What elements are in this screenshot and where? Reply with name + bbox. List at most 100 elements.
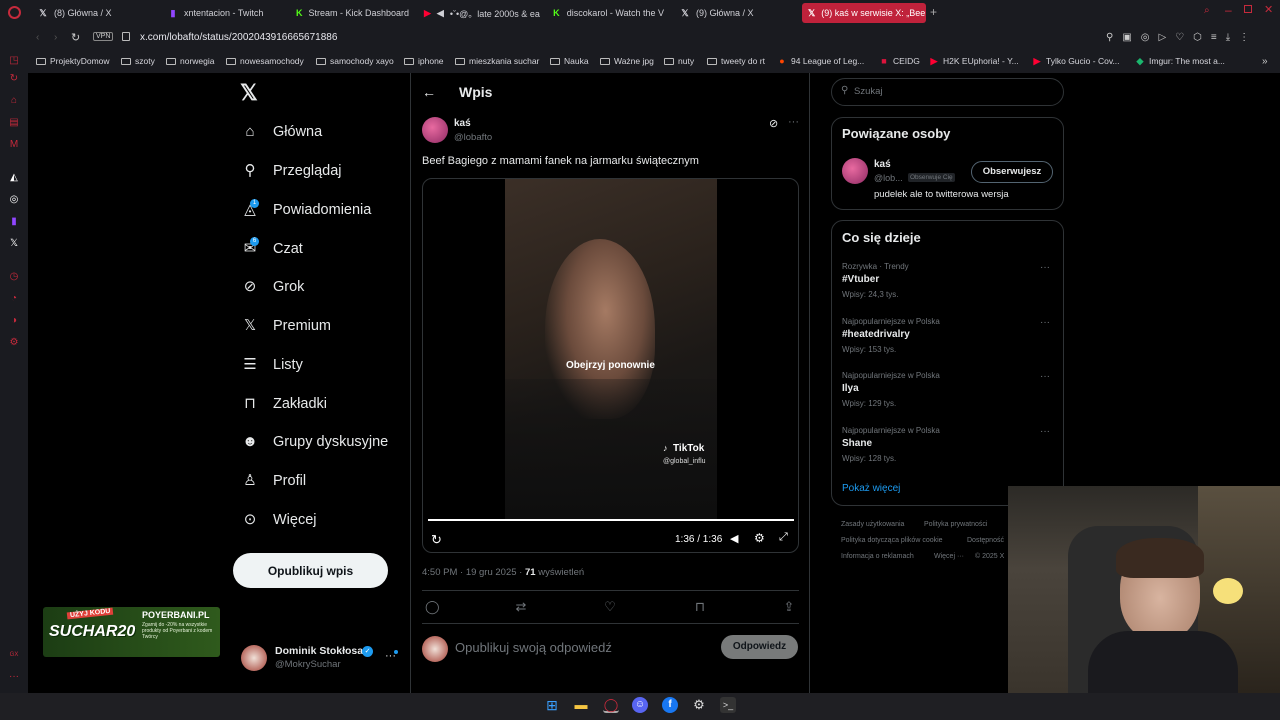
- search-tabs-icon[interactable]: ⌕: [1204, 5, 1210, 16]
- video-player[interactable]: Obejrzyj ponownie ♪ TikTok @global_influ…: [422, 178, 799, 553]
- footer-link[interactable]: Informacja o reklamach: [841, 553, 914, 560]
- close-window-button[interactable]: ✕: [1264, 3, 1273, 16]
- nav-lists[interactable]: ☰ Listy: [241, 350, 303, 380]
- bookmark-folder[interactable]: norwegia: [166, 56, 215, 66]
- url-field[interactable]: x.com/lobafto/status/2002043916665671886: [140, 32, 337, 43]
- maximize-button[interactable]: [1244, 5, 1252, 13]
- post-more-icon[interactable]: ···: [788, 116, 799, 128]
- footer-link[interactable]: Polityka dotycząca plików cookie: [841, 537, 943, 544]
- bookmark-link[interactable]: ▶ Tylko Gucio - Cov...: [1032, 56, 1120, 66]
- reply-input[interactable]: Opublikuj swoją odpowiedź: [455, 640, 612, 655]
- bookmark-folder[interactable]: tweety do rt: [707, 56, 765, 66]
- trend-more-icon[interactable]: ···: [1040, 317, 1050, 328]
- footer-link[interactable]: Więcej ···: [934, 553, 964, 560]
- bookmark-link[interactable]: ● 94 League of Leg...: [777, 56, 864, 66]
- sidebar-app-icon[interactable]: M: [8, 139, 20, 151]
- forward-icon[interactable]: ›: [54, 32, 57, 43]
- sidebar-app-icon[interactable]: ▤: [8, 117, 20, 129]
- footer-link[interactable]: Polityka prywatności: [924, 521, 987, 528]
- author-avatar[interactable]: [422, 117, 448, 143]
- trend-name[interactable]: #heatedrivalry: [842, 329, 910, 340]
- vpn-badge[interactable]: VPN: [93, 32, 114, 41]
- nav-premium[interactable]: 𝕏 Premium: [241, 311, 331, 341]
- back-icon[interactable]: ‹: [36, 32, 39, 43]
- share-icon[interactable]: ⇪: [782, 600, 796, 614]
- browser-tab[interactable]: 𝕏 (8) Główna / X: [32, 3, 158, 23]
- footer-link[interactable]: Dostępność: [967, 537, 1004, 544]
- trend-name[interactable]: Ilya: [842, 383, 859, 394]
- nav-more[interactable]: ⊙ Więcej: [241, 505, 317, 535]
- facebook-icon[interactable]: f: [662, 697, 678, 713]
- repost-icon[interactable]: ⇄: [514, 600, 528, 614]
- bookmark-folder[interactable]: nuty: [664, 56, 694, 66]
- nav-explore[interactable]: ⚲ Przeglądaj: [241, 156, 342, 186]
- video-progress-bar[interactable]: [428, 519, 794, 521]
- trend-name[interactable]: Shane: [842, 438, 872, 449]
- bookmark-folder[interactable]: iphone: [404, 56, 444, 66]
- back-arrow-icon[interactable]: ←: [422, 84, 436, 100]
- terminal-icon[interactable]: >_: [720, 697, 736, 713]
- nav-profile[interactable]: ♙ Profil: [241, 466, 306, 496]
- browser-tab[interactable]: 𝕏 (9) Główna / X: [674, 3, 798, 23]
- sidebar-app-icon[interactable]: ◷: [8, 271, 20, 283]
- bookmark-folder[interactable]: Ważne jpg: [600, 56, 654, 66]
- fullscreen-icon[interactable]: ⤢: [779, 531, 788, 544]
- bookmarks-overflow-icon[interactable]: »: [1262, 56, 1268, 67]
- steam-icon[interactable]: ⚙: [691, 697, 707, 713]
- bookmark-folder[interactable]: szoty: [121, 56, 155, 66]
- speaker-icon[interactable]: ◀: [437, 8, 444, 18]
- browser-tab[interactable]: Kdiscokarol - Watch the V: [546, 3, 670, 23]
- nav-communities[interactable]: ☻ Grupy dyskusyjne: [241, 427, 388, 457]
- related-avatar[interactable]: [842, 158, 868, 184]
- sidebar-app-icon[interactable]: GX: [8, 649, 20, 661]
- like-icon[interactable]: ♡: [603, 600, 617, 614]
- replay-icon[interactable]: ↻: [431, 532, 442, 548]
- more-icon[interactable]: ···: [8, 671, 20, 683]
- toolbar-icons[interactable]: ⚲▣◎▷♡⬡≡⤓⋮: [1106, 32, 1258, 43]
- browser-tab[interactable]: K Stream - Kick Dashboard: [290, 3, 414, 23]
- footer-link[interactable]: Zasady użytkowania: [841, 521, 904, 528]
- windows-start-icon[interactable]: ⊞: [544, 697, 560, 713]
- author-name[interactable]: kaś: [454, 118, 471, 129]
- sidebar-app-icon[interactable]: ◔: [8, 293, 20, 305]
- sidebar-app-icon[interactable]: ◭: [8, 172, 20, 184]
- sidebar-app-icon[interactable]: ↻: [8, 73, 20, 85]
- file-explorer-icon[interactable]: ▬: [573, 697, 589, 713]
- trend-name[interactable]: #Vtuber: [842, 274, 879, 285]
- nav-notifications[interactable]: ◬ Powiadomienia: [241, 195, 371, 225]
- following-button[interactable]: Obserwujesz: [971, 161, 1053, 183]
- settings-icon[interactable]: ⚙: [754, 531, 765, 545]
- minimize-button[interactable]: –: [1225, 3, 1232, 17]
- reply-button[interactable]: Odpowiedz: [721, 635, 798, 659]
- new-tab-button[interactable]: +: [930, 5, 937, 19]
- related-name[interactable]: kaś: [874, 159, 891, 170]
- sidebar-app-icon[interactable]: ◳: [8, 55, 20, 67]
- bookmark-link[interactable]: ◆ Imgur: The most a...: [1135, 56, 1225, 66]
- author-handle[interactable]: @lobafto: [454, 132, 492, 143]
- discord-icon[interactable]: ☺: [632, 697, 648, 713]
- nav-grok[interactable]: ⊘ Grok: [241, 272, 305, 302]
- account-avatar[interactable]: [241, 645, 267, 671]
- search-input[interactable]: ⚲ Szukaj: [831, 78, 1064, 106]
- settings-icon[interactable]: ⚙: [8, 337, 20, 349]
- bookmark-link[interactable]: ■ CEIDG: [879, 56, 920, 66]
- bookmark-link[interactable]: ▶ H2K EUphoria! - Y...: [929, 56, 1019, 66]
- post-button[interactable]: Opublikuj wpis: [233, 553, 388, 588]
- browser-tab-active[interactable]: 𝕏 (9) kaś w serwisie X: „Bee: [802, 3, 926, 23]
- browser-tab[interactable]: ▶ ◀ •ˇ•@。late 2000s & ea: [418, 3, 542, 23]
- reply-icon[interactable]: ◯: [425, 600, 440, 614]
- twitch-icon[interactable]: ▮: [8, 216, 20, 228]
- bookmark-folder[interactable]: samochody xayo: [316, 56, 394, 66]
- trend-more-icon[interactable]: ···: [1040, 426, 1050, 437]
- browser-tab[interactable]: ▮ xntentacion - Twitch: [162, 3, 286, 23]
- sidebar-app-icon[interactable]: ◎: [8, 194, 20, 206]
- nav-bookmarks[interactable]: ⊓ Zakładki: [241, 389, 327, 419]
- show-more-link[interactable]: Pokaż więcej: [842, 483, 900, 494]
- sidebar-app-icon[interactable]: ⌂: [8, 95, 20, 107]
- bookmark-icon[interactable]: ⊓: [693, 600, 707, 614]
- trend-more-icon[interactable]: ···: [1040, 371, 1050, 382]
- sidebar-app-icon[interactable]: ◑: [8, 315, 20, 327]
- reload-icon[interactable]: ↻: [71, 31, 80, 44]
- bookmark-folder[interactable]: Nauka: [550, 56, 589, 66]
- bookmark-folder[interactable]: mieszkania suchar: [455, 56, 539, 66]
